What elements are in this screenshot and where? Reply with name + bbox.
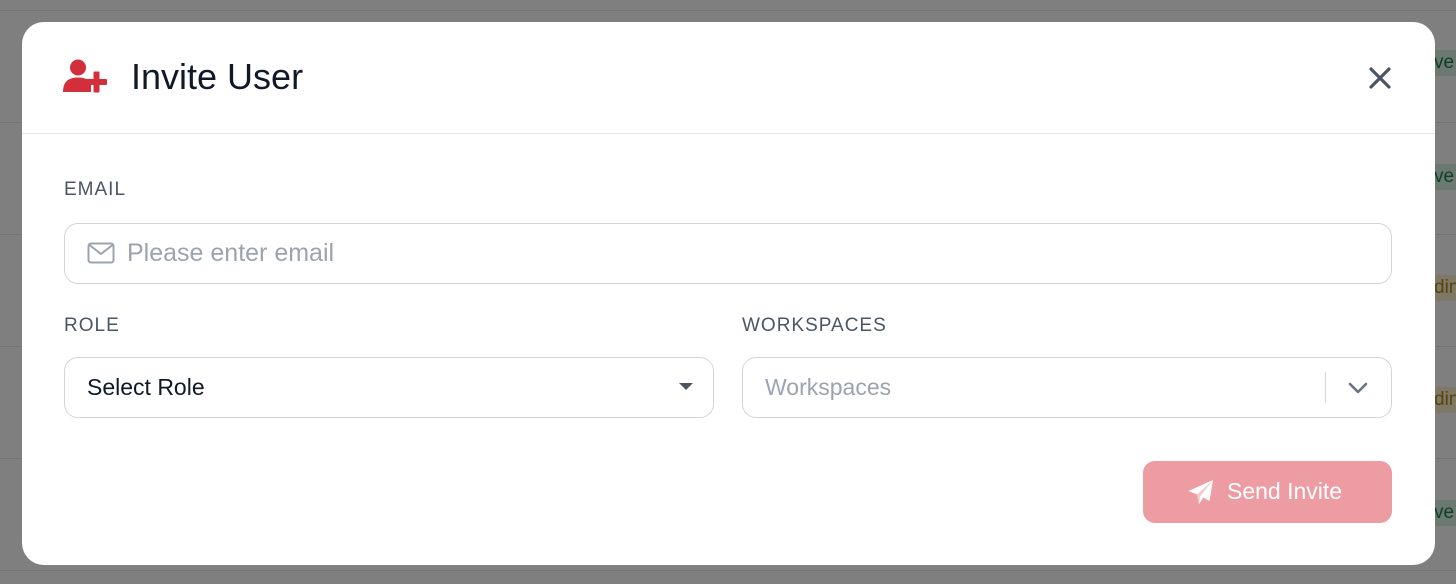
role-label: ROLE xyxy=(64,315,120,336)
paper-plane-icon xyxy=(1187,478,1215,506)
email-label: EMAIL xyxy=(64,179,127,200)
role-select-value: Select Role xyxy=(87,374,205,400)
workspaces-select[interactable]: Workspaces xyxy=(742,357,1392,418)
invite-user-modal: Invite User EMAIL ROLE Select Role WORKS… xyxy=(22,22,1435,565)
chevron-down-icon[interactable] xyxy=(1347,378,1369,398)
envelope-icon xyxy=(87,242,115,264)
workspaces-label: WORKSPACES xyxy=(742,315,887,336)
modal-title: Invite User xyxy=(131,56,304,97)
modal-header: Invite User xyxy=(22,22,1435,134)
close-icon[interactable] xyxy=(1366,64,1394,92)
email-field[interactable] xyxy=(64,223,1392,284)
role-select[interactable]: Select Role xyxy=(64,357,714,418)
indicator-separator xyxy=(1325,372,1326,403)
send-invite-button[interactable]: Send Invite xyxy=(1143,461,1392,523)
caret-down-icon xyxy=(679,383,693,390)
user-plus-icon xyxy=(63,59,107,93)
send-invite-label: Send Invite xyxy=(1227,478,1343,504)
email-input[interactable] xyxy=(127,224,1367,282)
workspaces-placeholder: Workspaces xyxy=(765,374,892,400)
